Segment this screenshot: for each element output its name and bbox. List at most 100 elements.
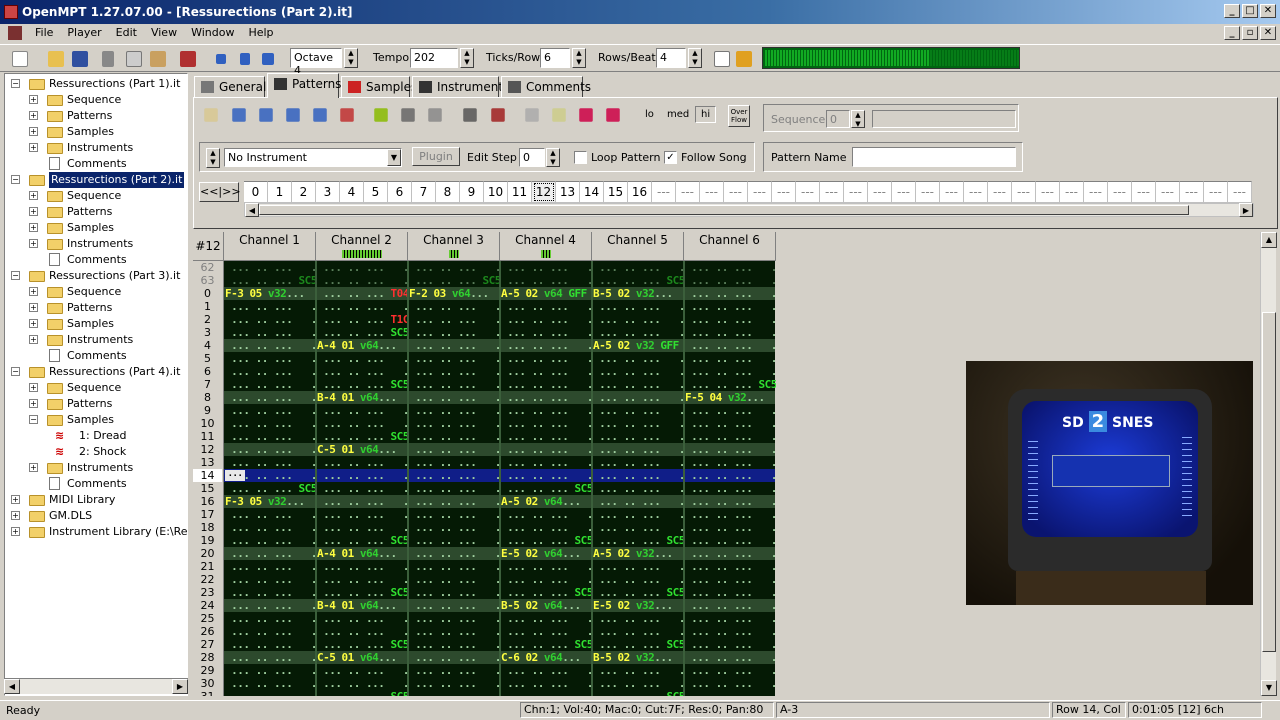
pattern-cell[interactable]: ... .. ... ... <box>225 326 316 339</box>
order-item[interactable]: --- <box>868 181 892 203</box>
pattern-cell[interactable]: ... .. ... ... <box>685 430 776 443</box>
paste-icon[interactable] <box>150 51 166 67</box>
pattern-cell[interactable]: ... .. ... ... <box>409 482 500 495</box>
pattern-cell[interactable]: ... .. ... ... <box>593 378 684 391</box>
tree-item-label[interactable]: Instrument Library (E:\Ressur <box>49 524 187 540</box>
document-icon[interactable] <box>8 26 22 40</box>
expand-toggle-icon[interactable]: − <box>29 415 38 424</box>
pattern-cell[interactable]: ... .. ... ... <box>409 378 500 391</box>
menu-window[interactable]: Window <box>184 24 241 42</box>
pattern-cell[interactable]: ... .. ... ... <box>593 430 684 443</box>
order-item[interactable]: 6 <box>388 181 412 203</box>
expand-toggle-icon[interactable]: + <box>29 111 38 120</box>
pattern-cell[interactable]: ... .. ... ... <box>409 326 500 339</box>
pattern-cell[interactable]: ... .. ... ... <box>593 612 684 625</box>
tree-item-label[interactable]: 2: Shock <box>79 444 126 460</box>
module-tree[interactable]: − Ressurections (Part 1).it + Sequence + Patt… <box>4 73 188 696</box>
pattern-cell[interactable]: ... .. ... ... <box>501 261 592 274</box>
pattern-cell[interactable]: ... .. ... ... <box>225 378 316 391</box>
pattern-cell[interactable]: ... .. ... ... <box>685 664 776 677</box>
order-item[interactable]: --- <box>916 181 940 203</box>
play-row-icon[interactable] <box>259 108 273 122</box>
tree-item-label[interactable]: Samples <box>67 220 114 236</box>
pattern-cell[interactable]: A-5 02 v64 GFF <box>501 287 592 300</box>
pattern-cell[interactable]: ... .. ... ... <box>593 404 684 417</box>
pattern-cell[interactable]: A-5 02 v32 GFF <box>593 339 684 352</box>
order-item[interactable]: --- <box>1204 181 1228 203</box>
pattern-cell[interactable]: ... .. ... ... <box>317 625 408 638</box>
expand-toggle-icon[interactable]: + <box>29 463 38 472</box>
minimize-button[interactable]: _ <box>1224 4 1240 18</box>
pattern-cell[interactable]: ... .. ... ... <box>685 508 776 521</box>
order-item[interactable]: 16 <box>628 181 652 203</box>
tree-item-label[interactable]: Instruments <box>67 332 133 348</box>
expand-toggle-icon[interactable]: + <box>29 127 38 136</box>
pause-icon[interactable] <box>240 53 250 65</box>
menu-player[interactable]: Player <box>60 24 108 42</box>
pattern-cell[interactable]: ... .. ... ... <box>409 456 500 469</box>
pattern-cell[interactable]: ... .. ... ... <box>501 690 592 696</box>
tree-item-label[interactable]: Patterns <box>67 204 112 220</box>
order-scroll-left-icon[interactable]: ◀ <box>245 203 259 217</box>
expand-toggle-icon[interactable]: + <box>29 399 38 408</box>
tree-item-label[interactable]: Ressurections (Part 1).it <box>49 76 180 92</box>
pattern-cell[interactable]: ... .. ... ... <box>409 469 500 482</box>
pattern-cell[interactable]: ... .. ... ... <box>501 508 592 521</box>
menu-file[interactable]: File <box>28 24 60 42</box>
pattern-cell[interactable]: ... .. ... ... <box>409 430 500 443</box>
scroll-down-icon[interactable]: ▼ <box>1261 680 1277 696</box>
pattern-cell[interactable]: ... .. ... ... <box>409 573 500 586</box>
pattern-cell[interactable]: ... .. ... ... <box>409 560 500 573</box>
pattern-cell[interactable]: ... .. ... ... <box>685 313 776 326</box>
tree-horizontal-scrollbar[interactable]: ◀ ▶ <box>4 678 188 694</box>
pattern-cell[interactable]: ... .. ... SC5 <box>317 586 408 599</box>
pattern-cell[interactable]: ... .. ... ... <box>685 625 776 638</box>
order-item[interactable]: --- <box>700 181 724 203</box>
menu-edit[interactable]: Edit <box>109 24 144 42</box>
pattern-cell[interactable]: ... .. ... ... <box>593 261 684 274</box>
pattern-cell[interactable]: B-5 02 v64... <box>501 599 592 612</box>
expand-toggle-icon[interactable]: + <box>29 223 38 232</box>
pattern-cell[interactable]: A-5 02 v64... <box>501 495 592 508</box>
pattern-cell[interactable]: ... .. ... ... <box>685 417 776 430</box>
pattern-cell[interactable]: ... .. ... ... <box>225 677 316 690</box>
tree-item-label[interactable]: Samples <box>67 124 114 140</box>
order-item[interactable]: 11 <box>508 181 532 203</box>
pattern-cell[interactable]: ... .. ... ... <box>409 404 500 417</box>
new-file-icon[interactable] <box>12 51 28 67</box>
pattern-cell[interactable]: ... .. ... ... <box>225 625 316 638</box>
sequence-name-field[interactable] <box>872 110 1016 128</box>
expand-toggle-icon[interactable]: + <box>11 527 20 536</box>
pattern-cell[interactable]: ... .. ... ... <box>501 300 592 313</box>
pattern-cell[interactable]: ... .. ... ... <box>593 482 684 495</box>
pattern-cell[interactable]: ... .. ... SC5 <box>593 690 684 696</box>
pattern-cell[interactable]: ... .. ... ... <box>409 261 500 274</box>
pattern-cell[interactable]: ... .. ... SC5 <box>317 690 408 696</box>
order-list[interactable]: 0 1 2 3 4 5 6 7 8 9 10 11 12 13 14 15 16 --- --- --- --- --- -… <box>244 181 1280 203</box>
order-item[interactable]: 5 <box>364 181 388 203</box>
pattern-cell[interactable]: ... .. ... ... <box>593 300 684 313</box>
expand-toggle-icon[interactable]: + <box>29 319 38 328</box>
pattern-cell[interactable]: ... .. ... ... <box>501 443 592 456</box>
pattern-cell[interactable]: ... .. ... ... <box>501 612 592 625</box>
pattern-cell[interactable]: A-4 01 v64... <box>317 547 408 560</box>
menu-help[interactable]: Help <box>241 24 280 42</box>
stop-icon[interactable] <box>286 108 300 122</box>
pattern-cell[interactable]: ... .. ... ... <box>685 573 776 586</box>
expand-toggle-icon[interactable]: + <box>29 335 38 344</box>
ticks-spinner[interactable]: ▲ ▼ <box>572 48 586 68</box>
tree-item-label[interactable]: Samples <box>67 316 114 332</box>
pattern-cell[interactable]: ... .. ... ... <box>225 352 316 365</box>
order-item[interactable]: --- <box>676 181 700 203</box>
pattern-cell[interactable]: ... .. ... ... <box>685 456 776 469</box>
pattern-cell[interactable]: ... .. ... ... <box>685 586 776 599</box>
order-scroll-right-icon[interactable]: ▶ <box>1239 203 1253 217</box>
expand-toggle-icon[interactable]: − <box>11 79 20 88</box>
play-pattern-icon[interactable] <box>262 53 274 65</box>
pattern-cell[interactable]: F-5 04 v32... <box>685 391 776 404</box>
pattern-cell[interactable]: ... .. ... ... <box>593 417 684 430</box>
plugin-button[interactable]: Plugin <box>412 147 460 166</box>
tree-item-label[interactable]: Ressurections (Part 4).it <box>49 364 180 380</box>
record-velocity-med[interactable]: med <box>667 109 689 120</box>
open-folder-icon[interactable] <box>48 51 64 67</box>
